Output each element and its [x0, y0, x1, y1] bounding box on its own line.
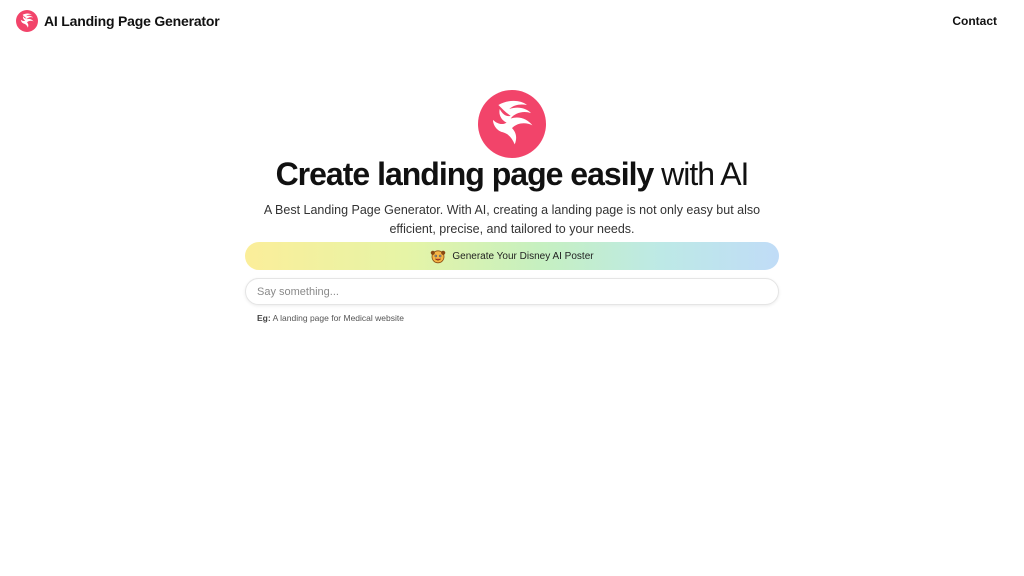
top-nav: AI Landing Page Generator Contact	[0, 0, 1024, 44]
page: AI Landing Page Generator Contact Create…	[0, 0, 1024, 576]
disney-poster-button[interactable]: Generate Your Disney AI Poster	[245, 242, 779, 270]
hero-subtitle: A Best Landing Page Generator. With AI, …	[263, 203, 761, 236]
prompt-input[interactable]	[245, 278, 779, 305]
example-label: Eg:	[257, 313, 271, 323]
hero-title-light: with AI	[661, 156, 749, 192]
disney-poster-label: Generate Your Disney AI Poster	[452, 250, 594, 262]
brand-name: AI Landing Page Generator	[44, 13, 220, 29]
brand-link[interactable]: AI Landing Page Generator	[16, 10, 220, 32]
hero-title: Create landing page easily with AI	[0, 154, 1024, 194]
example-text[interactable]: A landing page for Medical website	[273, 313, 404, 323]
phoenix-logo-icon	[16, 10, 38, 32]
contact-link[interactable]: Contact	[952, 14, 997, 28]
phoenix-hero-logo-icon	[478, 90, 546, 158]
hero-title-bold: Create landing page easily	[275, 156, 655, 192]
cartoon-face-icon	[431, 250, 446, 264]
example-hint: Eg: A landing page for Medical website	[257, 313, 404, 323]
